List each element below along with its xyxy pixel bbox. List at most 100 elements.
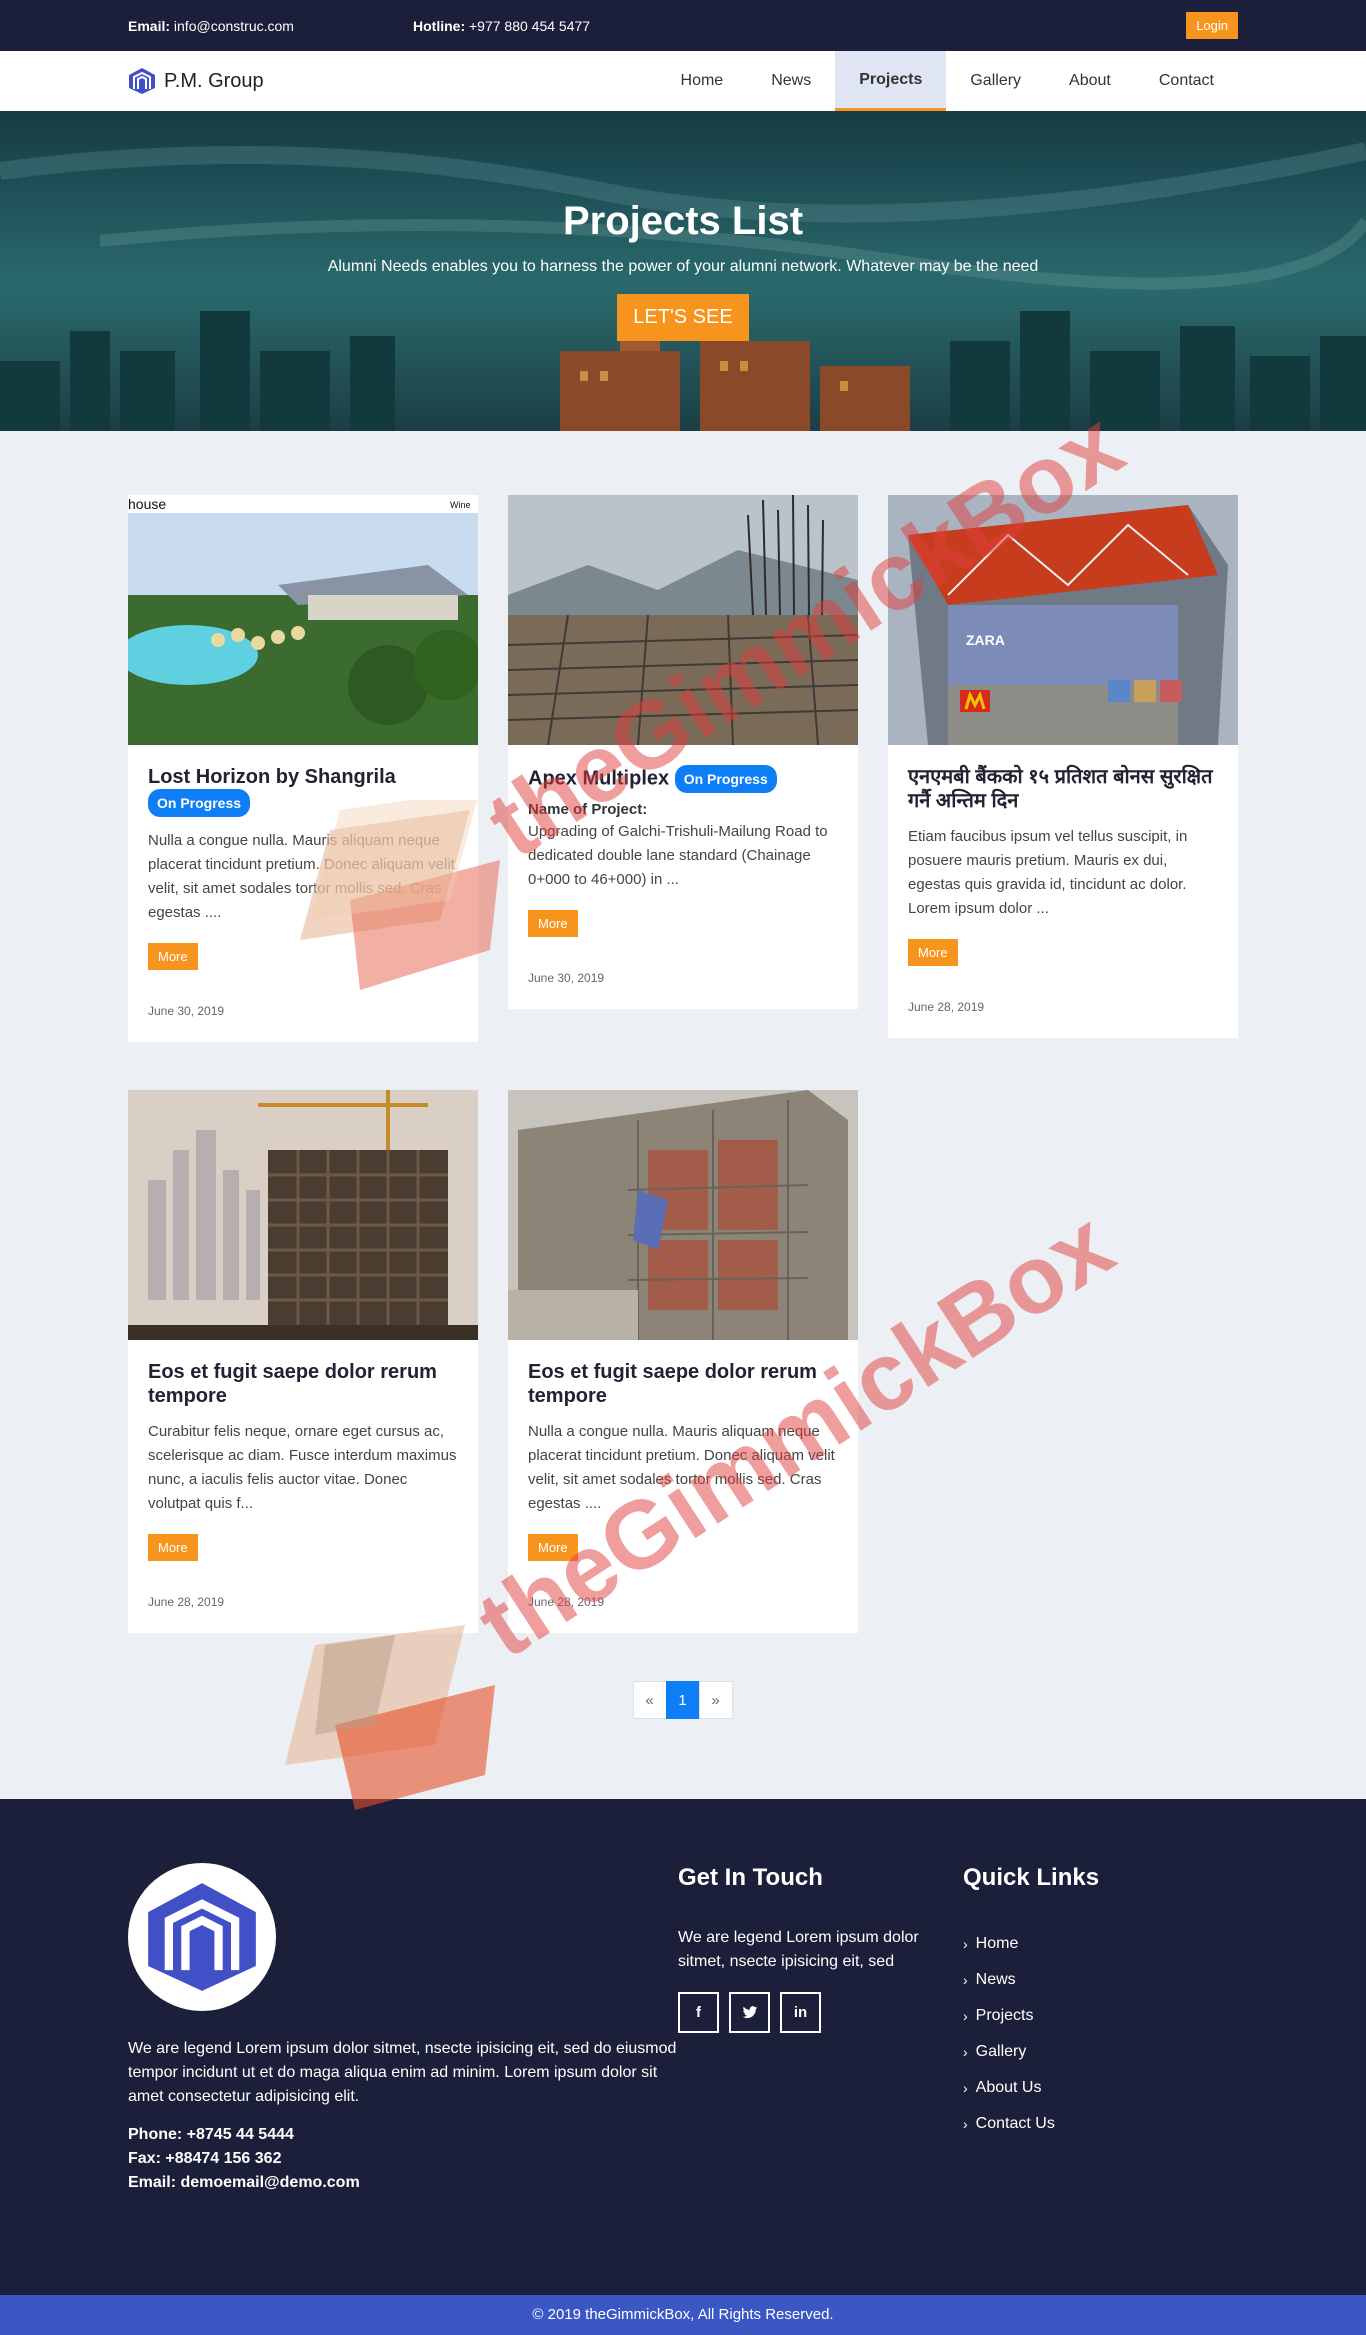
hero-subtitle: Alumni Needs enables you to harness the … [327,258,1039,275]
project-card: Eos et fugit saepe dolor rerum tempore C… [128,1090,478,1633]
project-excerpt: Curabitur felis neque, ornare eget cursu… [148,1423,457,1512]
mall-building-photo: ZARA [888,495,1238,745]
image-caption-wine: Wine [450,500,471,510]
nav-contact[interactable]: Contact [1135,51,1238,111]
project-card: house Wine Lost Horizon by Shangrila On … [128,495,478,1042]
pagination-prev[interactable]: « [632,1681,667,1719]
more-button[interactable]: More [908,939,958,966]
copyright-bar: © 2019 theGimmickBox, All Rights Reserve… [0,2295,1366,2335]
main-navbar: P.M. Group Home News Projects Gallery Ab… [0,51,1366,111]
resort-photo: house Wine [128,495,478,745]
facebook-icon[interactable]: f [678,1992,719,2033]
scaffolding-building-photo [508,1090,858,1340]
nav-gallery[interactable]: Gallery [946,51,1045,111]
chevron-right-icon: › [963,2008,968,2024]
chevron-right-icon: › [963,1972,968,1988]
lets-see-button[interactable]: LET'S SEE [617,294,749,341]
pm-group-logo-icon [148,1883,256,1991]
projects-section: house Wine Lost Horizon by Shangrila On … [0,431,1366,1799]
hotline-value[interactable]: +977 880 454 5477 [469,18,590,34]
pagination-next[interactable]: » [698,1681,733,1719]
project-card: Apex Multiplex On Progress Name of Proje… [508,495,858,1009]
project-title[interactable]: Apex Multiplex On Progress [528,765,838,793]
project-excerpt: Nulla a congue nulla. Mauris aliquam neq… [528,1423,835,1512]
status-badge: On Progress [674,765,777,793]
project-title[interactable]: एनएमबी बैंकको १५ प्रतिशत बोनस सुरक्षित ग… [908,765,1218,813]
get-in-touch-heading: Get In Touch [678,1864,823,1891]
project-date: June 28, 2019 [148,1595,225,1609]
brand-name: P.M. Group [164,69,264,92]
project-title-text: Apex Multiplex [528,767,670,790]
hero-banner: Projects List Alumni Needs enables you t… [0,111,1366,431]
email-value[interactable]: info@construc.com [174,18,294,34]
quick-link-contact-us[interactable]: › Contact Us [963,2106,1238,2142]
quick-link-about-us[interactable]: › About Us [963,2070,1238,2106]
project-name-label: Name of Project: [528,801,648,818]
footer-fax: Fax: +88474 156 362 [128,2150,282,2167]
twitter-icon[interactable] [729,1992,770,2033]
footer-quick-links: Quick Links › Home › News › Projects › Galle… [963,1863,1238,2195]
chevron-right-icon: › [963,1936,968,1952]
hotline-label: Hotline: [413,17,466,34]
quick-link-label: Gallery [975,2043,1027,2060]
project-title-text: Lost Horizon by Shangrila [148,766,396,788]
project-excerpt: Etiam faucibus ipsum vel tellus suscipit… [908,828,1188,917]
status-badge: On Progress [148,789,251,817]
quick-link-label: About Us [975,2079,1042,2096]
quick-link-label: Contact Us [975,2115,1055,2132]
project-title[interactable]: Eos et fugit saepe dolor rerum tempore [528,1360,838,1408]
pagination: « 1 » [128,1681,1238,1719]
project-image-resort[interactable]: house Wine [128,495,478,745]
footer: We are legend Lorem ipsum dolor sitmet, … [0,1799,1366,2295]
project-image-highrise[interactable] [128,1090,478,1340]
contact-email: Email: info@construc.com [128,18,413,34]
quick-link-news[interactable]: › News [963,1962,1238,1998]
highrise-construction-photo [128,1090,478,1340]
social-links: f in [678,1992,963,2033]
image-caption-house: house [128,496,166,512]
image-caption-zara: ZARA [966,632,1005,648]
quick-link-projects[interactable]: › Projects [963,1998,1238,2034]
project-title[interactable]: Lost Horizon by Shangrila On Progress [148,765,458,817]
more-button[interactable]: More [148,943,198,970]
more-button[interactable]: More [148,1534,198,1561]
quick-link-label: Projects [975,2007,1034,2024]
nav-links: Home News Projects Gallery About Contact [657,51,1238,111]
quick-links-heading: Quick Links [963,1864,1100,1891]
footer-email[interactable]: Email: demoemail@demo.com [128,2171,678,2195]
brand[interactable]: P.M. Group [128,67,657,95]
nav-news[interactable]: News [747,51,835,111]
chevron-right-icon: › [963,2044,968,2060]
project-image-scaffolding[interactable] [508,1090,858,1340]
project-card: ZARA एनएमबी बैंकको १५ प्रतिशत बोनस सुरक्… [888,495,1238,1038]
get-in-touch-text: We are legend Lorem ipsum dolor sitmet, … [678,1929,919,1970]
footer-logo[interactable] [128,1863,276,2011]
project-date: June 30, 2019 [148,1004,225,1018]
project-date: June 28, 2019 [908,1000,985,1014]
more-button[interactable]: More [528,910,578,937]
email-label: Email: [128,17,171,34]
quick-link-label: News [975,1971,1016,1988]
project-date: June 28, 2019 [528,1595,605,1609]
quick-link-home[interactable]: › Home [963,1926,1238,1962]
project-excerpt: Nulla a congue nulla. Mauris aliquam neq… [148,832,455,921]
nav-projects[interactable]: Projects [835,51,947,111]
login-button[interactable]: Login [1186,12,1238,39]
top-bar: Email: info@construc.com Hotline: +977 8… [0,0,1366,51]
brand-logo-icon [129,68,155,94]
project-image-mall[interactable]: ZARA [888,495,1238,745]
footer-about: We are legend Lorem ipsum dolor sitmet, … [128,1863,678,2195]
more-button[interactable]: More [528,1534,578,1561]
pagination-page-1[interactable]: 1 [665,1681,700,1719]
hero-title: Projects List [562,199,804,243]
project-title[interactable]: Eos et fugit saepe dolor rerum tempore [148,1360,458,1408]
linkedin-icon[interactable]: in [780,1992,821,2033]
nav-home[interactable]: Home [657,51,748,111]
project-image-construction[interactable] [508,495,858,745]
quick-link-gallery[interactable]: › Gallery [963,2034,1238,2070]
project-card: Eos et fugit saepe dolor rerum tempore N… [508,1090,858,1633]
chevron-right-icon: › [963,2080,968,2096]
nav-about[interactable]: About [1045,51,1135,111]
footer-about-text: We are legend Lorem ipsum dolor sitmet, … [128,2040,677,2105]
contact-hotline: Hotline: +977 880 454 5477 [413,18,1186,34]
